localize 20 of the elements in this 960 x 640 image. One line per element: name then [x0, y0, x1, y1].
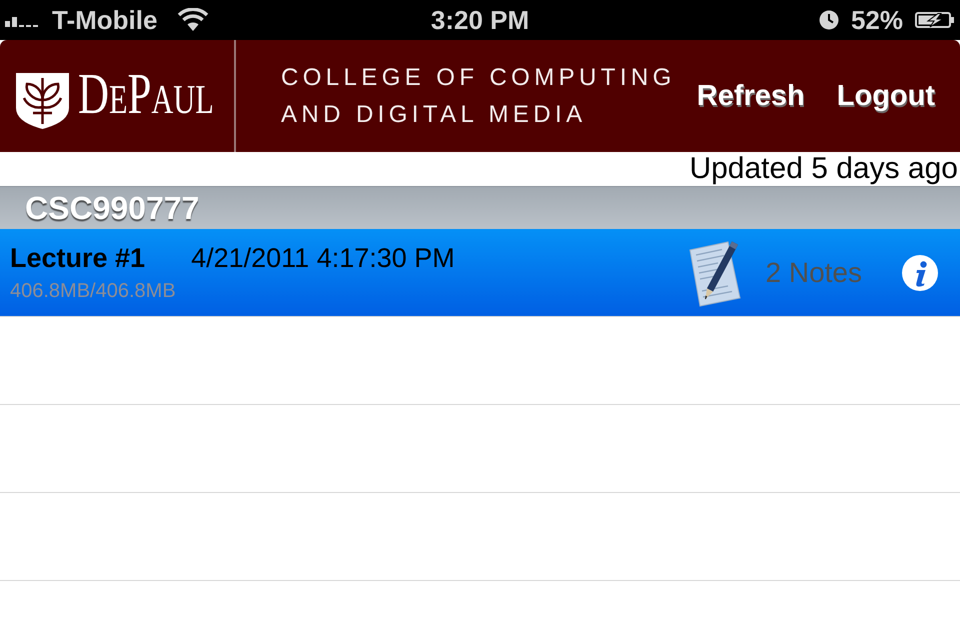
- clock-icon: [818, 10, 839, 30]
- download-size: 406.8MB/406.8MB: [10, 279, 176, 303]
- battery-percentage: 52%: [850, 4, 903, 37]
- header-link[interactable]: Logout: [836, 78, 935, 114]
- college-title-line: AND DIGITAL MEDIA: [281, 100, 588, 130]
- lecture-row[interactable]: Lecture #1 4/21/2011 4:17:30 PM 406.8MB/406.8MB 2 Notes: [0, 229, 960, 317]
- notes-count: 2 Notes: [766, 256, 862, 290]
- wifi-icon: [177, 8, 210, 32]
- lecture-date: 4/21/2011 4:17:30 PM: [191, 243, 455, 273]
- logo-wordmark: DePaul: [78, 65, 214, 123]
- status-time: 3:20 PM: [430, 4, 530, 37]
- updated-status: Updated 5 days ago: [689, 152, 958, 185]
- carrier-name: T-Mobile: [52, 4, 158, 37]
- shield-emblem-icon: [15, 70, 70, 130]
- college-title-line: COLLEGE OF COMPUTING: [281, 63, 676, 93]
- section-header: CSC990777: [0, 186, 960, 229]
- header-link[interactable]: Refresh: [696, 78, 805, 114]
- battery-charging-icon: [915, 10, 955, 30]
- lecture-title: Lecture #1: [10, 243, 146, 273]
- info-icon[interactable]: [902, 254, 938, 290]
